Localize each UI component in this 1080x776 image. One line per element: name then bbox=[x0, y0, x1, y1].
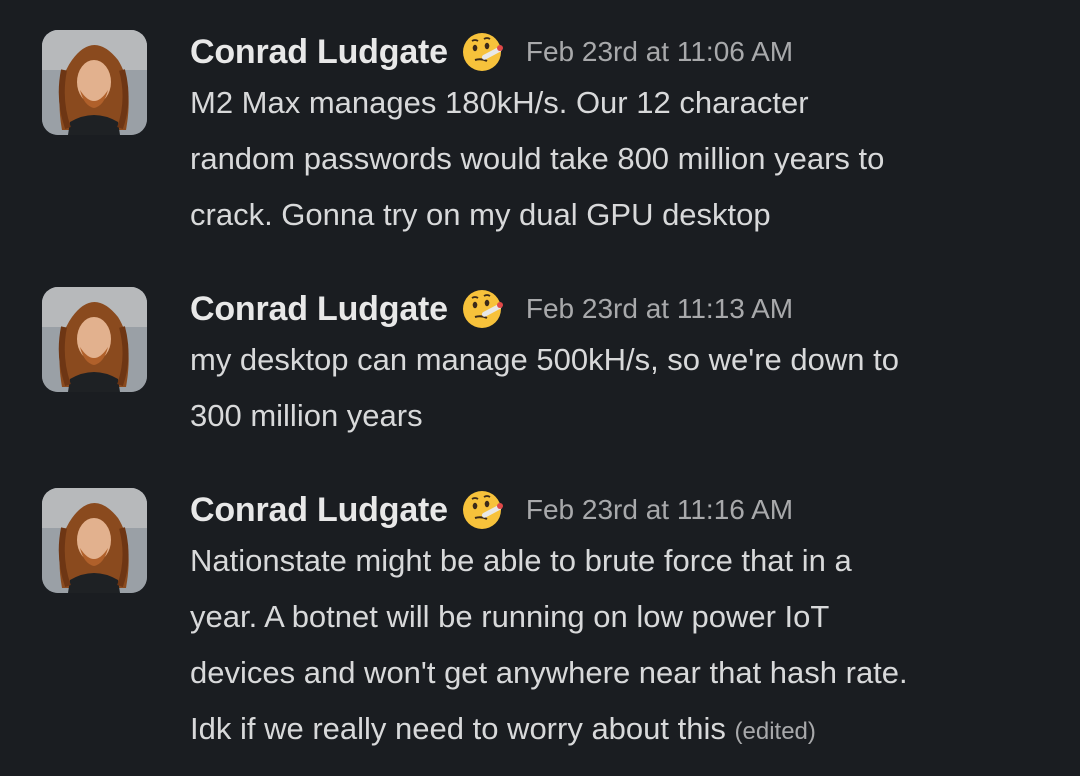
message-line: devices and won't get anywhere near that… bbox=[190, 655, 908, 690]
message-line: my desktop can manage 500kH/s, so we're … bbox=[190, 342, 899, 377]
message-body: M2 Max manages 180kH/s. Our 12 character… bbox=[190, 75, 1050, 243]
avatar[interactable] bbox=[42, 30, 147, 135]
face-with-thermometer-icon[interactable] bbox=[460, 488, 504, 532]
edited-label: (edited) bbox=[734, 718, 816, 745]
face-with-thermometer-icon[interactable] bbox=[460, 287, 504, 331]
author-name[interactable]: Conrad Ludgate bbox=[190, 290, 448, 329]
message-body: my desktop can manage 500kH/s, so we're … bbox=[190, 332, 1050, 444]
message-line: random passwords would take 800 million … bbox=[190, 141, 885, 176]
message-body: Nationstate might be able to brute force… bbox=[190, 533, 1050, 760]
face-with-thermometer-icon[interactable] bbox=[460, 30, 504, 74]
message-line: crack. Gonna try on my dual GPU desktop bbox=[190, 197, 771, 232]
message-line: year. A botnet will be running on low po… bbox=[190, 599, 830, 634]
message-line: M2 Max manages 180kH/s. Our 12 character bbox=[190, 85, 809, 120]
message-feed: Conrad Ludgate Feb 23rd at 11:06 AM M2 M… bbox=[0, 0, 1080, 776]
avatar[interactable] bbox=[42, 488, 147, 593]
message-line: Nationstate might be able to brute force… bbox=[190, 543, 852, 578]
timestamp[interactable]: Feb 23rd at 11:16 AM bbox=[526, 494, 793, 526]
message-line-last: Idk if we really need to worry about thi… bbox=[190, 701, 1050, 760]
author-name[interactable]: Conrad Ludgate bbox=[190, 33, 448, 72]
timestamp[interactable]: Feb 23rd at 11:06 AM bbox=[526, 36, 793, 68]
author-name[interactable]: Conrad Ludgate bbox=[190, 491, 448, 530]
avatar[interactable] bbox=[42, 287, 147, 392]
timestamp[interactable]: Feb 23rd at 11:13 AM bbox=[526, 293, 793, 325]
message-line: 300 million years bbox=[190, 398, 423, 433]
message-line: Idk if we really need to worry about thi… bbox=[190, 711, 726, 746]
